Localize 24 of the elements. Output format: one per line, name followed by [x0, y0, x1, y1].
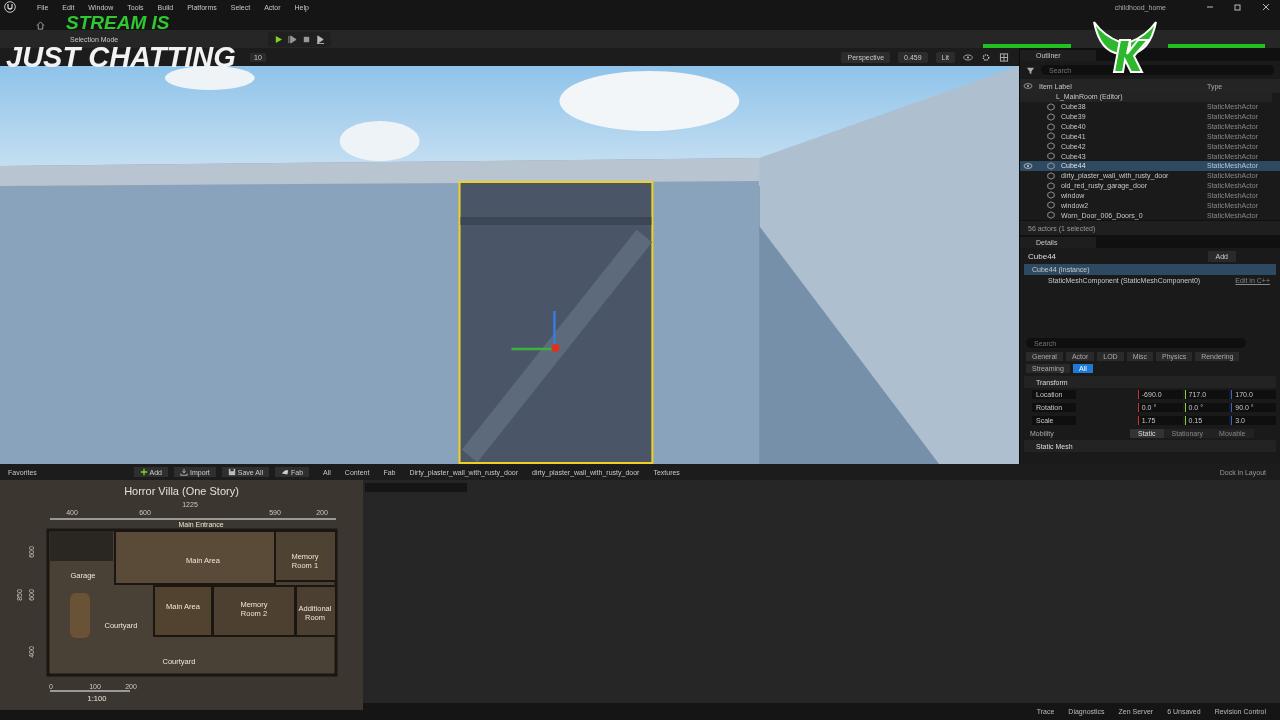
floor-plan-title: Horror Villa (One Story) [123, 485, 240, 497]
eye-icon[interactable] [1023, 161, 1033, 170]
eject-icon[interactable] [316, 34, 325, 44]
viewport[interactable] [0, 66, 1019, 464]
home-icon[interactable] [36, 21, 45, 30]
download-icon [180, 468, 188, 476]
save-icon [227, 468, 236, 476]
restore-icon[interactable] [1233, 2, 1243, 12]
eye-icon [1023, 82, 1033, 90]
play-icon[interactable] [274, 34, 283, 44]
engine-logo-icon[interactable] [4, 1, 16, 13]
step-icon[interactable] [288, 34, 297, 44]
transform-gizmo-icon[interactable] [511, 311, 560, 352]
stream-overlay-subtitle: JUST CHATTING [6, 44, 236, 71]
eye-icon[interactable] [963, 52, 973, 62]
plus-icon [140, 468, 148, 476]
actor-name: Cube44 [1028, 251, 1058, 261]
close-icon[interactable] [1261, 2, 1271, 12]
settings-icon[interactable] [981, 52, 991, 62]
layout-icon[interactable] [999, 52, 1009, 62]
swoosh-icon [281, 468, 290, 476]
stream-overlay-title: STREAM IS [66, 14, 170, 32]
filter-icon[interactable] [1026, 65, 1035, 75]
stop-icon[interactable] [302, 34, 311, 44]
